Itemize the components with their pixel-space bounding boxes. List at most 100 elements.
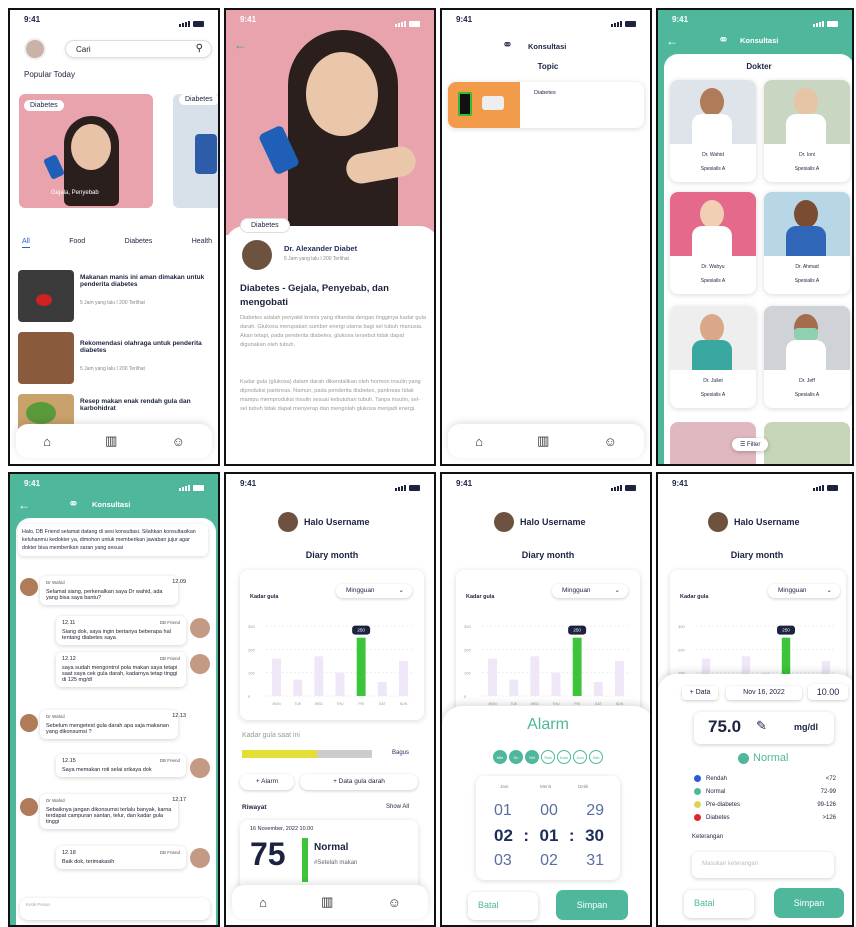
save-button[interactable]: Simpan (774, 888, 844, 918)
chart-bar[interactable] (314, 656, 324, 696)
legend-label: Rendah (706, 775, 728, 782)
search-input[interactable]: Cari (76, 45, 91, 54)
greeting: Halo Username (520, 517, 586, 527)
period-dropdown[interactable]: Mingguan ⌄ (552, 584, 628, 598)
greeting: Halo Username (734, 517, 800, 527)
profile-icon[interactable]: ☺ (604, 434, 617, 449)
home-icon[interactable]: ⌂ (259, 895, 267, 910)
doctor-card[interactable]: Dr. Wahid Spesialis A (670, 80, 756, 182)
doctor-card[interactable]: Dr. Juliet Spesialis A (670, 306, 756, 408)
period-dropdown[interactable]: Mingguan ⌄ (768, 584, 840, 598)
chart-bar[interactable] (572, 637, 582, 696)
chart-bar[interactable] (272, 658, 282, 696)
home-icon[interactable]: ⌂ (43, 434, 51, 449)
avatar[interactable] (24, 38, 46, 60)
category-tag: Diabetes (179, 94, 218, 105)
save-button[interactable]: Simpan (556, 890, 628, 920)
cart-icon[interactable]: ▥ (321, 894, 333, 910)
home-icon[interactable]: ⌂ (475, 434, 483, 449)
show-all-link[interactable]: Show All (386, 804, 409, 810)
cart-icon[interactable]: ▥ (537, 433, 549, 449)
y-tick-label: 200 (678, 647, 685, 652)
back-arrow-icon[interactable]: ← (18, 498, 30, 512)
search-icon[interactable]: ⚲ (196, 43, 203, 54)
cancel-button[interactable]: Batal (684, 890, 754, 918)
day-chip[interactable]: Sn (509, 750, 523, 764)
chart-bar[interactable] (398, 661, 408, 696)
day-chip[interactable]: Kam (557, 750, 571, 764)
tab-health[interactable]: Health (192, 238, 212, 248)
article-item[interactable]: Makanan manis ini aman dimakan untuk pen… (18, 270, 214, 324)
time-picker[interactable]: Jam Menit Detik 01 00 29 02:01:30 03 02 31 (476, 776, 620, 880)
article-item[interactable]: Rekomendasi olahraga untuk penderita dia… (18, 332, 214, 386)
user-avatar (190, 654, 210, 674)
status-bar: 9:41 (442, 474, 650, 496)
filter-button[interactable]: ☰ Filter (732, 438, 769, 451)
filter-icon: ☰ (740, 442, 748, 448)
page-title: Diary month (730, 550, 784, 560)
day-chip[interactable]: Rab (541, 750, 555, 764)
chart-bar[interactable] (377, 682, 387, 696)
featured-card[interactable]: Diabetes (173, 94, 218, 208)
legend-dot (694, 814, 701, 821)
picker-row: 01 00 29 (494, 802, 604, 819)
tab-all[interactable]: All (22, 238, 30, 248)
x-tick-label: TUE (294, 702, 302, 706)
day-chip[interactable]: Jum (573, 750, 587, 764)
profile-icon[interactable]: ☺ (388, 895, 401, 910)
avatar[interactable] (494, 512, 514, 532)
doctor-card[interactable]: Dr. Ioni Spesialis A (764, 80, 850, 182)
period-dropdown[interactable]: Mingguan ⌄ (336, 584, 412, 598)
x-tick-label: FRI (358, 702, 364, 706)
topic-card[interactable]: Diabetes (448, 82, 644, 128)
chevron-down-icon: ⌄ (398, 587, 404, 594)
doctor-card[interactable]: Dr. Wahyu Spesialis A (670, 192, 756, 294)
alarm-sheet: Alarm Min Sn Sel Rab Kam Jum Sab Jam Menit Det… (442, 706, 650, 925)
tab-food[interactable]: Food (69, 238, 85, 248)
message-input[interactable]: Ketik Pesan (20, 898, 210, 920)
chart-bar[interactable] (551, 672, 561, 696)
chart-bar[interactable] (488, 658, 498, 696)
avatar[interactable] (708, 512, 728, 532)
doctor-name: Dr. Jeff (799, 378, 815, 384)
back-arrow-icon[interactable]: ← (234, 38, 246, 52)
greeting: Halo Username (304, 517, 370, 527)
chart-bar[interactable] (509, 679, 519, 696)
time-field[interactable]: 10.00 (808, 684, 848, 700)
cancel-button[interactable]: Batal (468, 892, 538, 920)
status-indicator-bar (302, 838, 308, 882)
chart-bar[interactable] (356, 637, 366, 696)
history-card[interactable]: 16 November, 2022 10.00 75 Normal #Setel… (240, 820, 418, 890)
picker-row: 03 02 31 (494, 852, 604, 869)
day-chip[interactable]: Sel (525, 750, 539, 764)
legend-range: <72 (825, 775, 836, 782)
cart-icon[interactable]: ▥ (105, 433, 117, 449)
note-input[interactable]: Masukan keterangan (692, 852, 834, 878)
chart-bar[interactable] (530, 656, 540, 696)
edit-pencil-icon[interactable]: ✎ (756, 718, 767, 734)
article-thumbnail (18, 270, 74, 322)
back-arrow-icon[interactable]: ← (666, 34, 678, 48)
profile-icon[interactable]: ☺ (172, 434, 185, 449)
add-data-button[interactable]: + Data gula darah (300, 774, 418, 790)
search-bar[interactable]: Cari ⚲ (65, 40, 212, 58)
day-chip[interactable]: Min (493, 750, 507, 764)
chart-bar[interactable] (614, 661, 624, 696)
topic-image (448, 82, 520, 128)
chart-bar[interactable] (293, 679, 303, 696)
featured-card[interactable]: Diabetes Gejala, Penyebab (19, 94, 153, 208)
add-alarm-button[interactable]: + Alarm (240, 774, 294, 790)
avatar[interactable] (278, 512, 298, 532)
author-name: Dr. Alexander Diabet (284, 244, 358, 253)
status-bar: 9:41 (226, 474, 434, 496)
doctor-card[interactable]: Dr. Jeff Spesialis A (764, 306, 850, 408)
day-chip[interactable]: Sab (589, 750, 603, 764)
sugar-value-field[interactable]: 75.0 ✎ mg/dl (694, 712, 834, 744)
add-data-chip[interactable]: + Data (682, 686, 718, 700)
date-field[interactable]: Nov 16, 2022 (726, 686, 802, 700)
tab-diabetes[interactable]: Diabetes (125, 238, 153, 248)
chart-bar[interactable] (593, 682, 603, 696)
doctor-card[interactable]: Dr. Ahmad Spesialis A (764, 192, 850, 294)
chart-bar[interactable] (335, 672, 345, 696)
section-title: Dokter (746, 62, 772, 71)
